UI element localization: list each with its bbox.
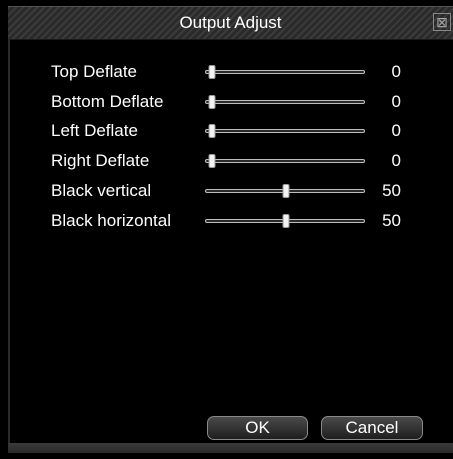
setting-value: 0 (391, 151, 401, 170)
dialog-title: Output Adjust (179, 13, 282, 32)
bottom-deflate-slider[interactable] (205, 95, 365, 109)
setting-row-left-deflate: Left Deflate 0 (0, 120, 453, 142)
setting-row-right-deflate: Right Deflate 0 (0, 150, 453, 172)
setting-label: Black vertical (51, 181, 152, 200)
title-bar: Output Adjust ⊠ (8, 6, 453, 40)
slider-handle[interactable] (208, 124, 216, 138)
setting-row-top-deflate: Top Deflate 0 (0, 61, 453, 83)
slider-handle[interactable] (208, 65, 216, 79)
setting-row-bottom-deflate: Bottom Deflate 0 (0, 91, 453, 113)
slider-handle[interactable] (282, 214, 290, 228)
frame-bottom-border (8, 443, 453, 453)
setting-label: Bottom Deflate (51, 92, 164, 111)
cancel-button[interactable]: Cancel (321, 416, 423, 440)
setting-value: 50 (382, 181, 401, 200)
ok-button[interactable]: OK (207, 416, 308, 440)
setting-value: 0 (391, 92, 401, 111)
slider-handle[interactable] (282, 184, 290, 198)
left-deflate-slider[interactable] (205, 124, 365, 138)
setting-value: 0 (391, 62, 401, 81)
output-adjust-dialog: Output Adjust ⊠ Top Deflate 0 Bottom Def… (0, 0, 453, 459)
slider-handle[interactable] (208, 95, 216, 109)
setting-label: Black horizontal (51, 211, 172, 230)
black-vertical-slider[interactable] (205, 184, 365, 198)
setting-row-black-vertical: Black vertical 50 (0, 180, 453, 202)
setting-label: Right Deflate (51, 151, 150, 170)
right-deflate-slider[interactable] (205, 154, 365, 168)
setting-value: 0 (391, 121, 401, 140)
close-icon[interactable]: ⊠ (433, 13, 451, 31)
top-deflate-slider[interactable] (205, 65, 365, 79)
slider-handle[interactable] (208, 154, 216, 168)
setting-label: Left Deflate (51, 121, 138, 140)
black-horizontal-slider[interactable] (205, 214, 365, 228)
setting-row-black-horizontal: Black horizontal 50 (0, 210, 453, 232)
setting-label: Top Deflate (51, 62, 137, 81)
setting-value: 50 (382, 211, 401, 230)
